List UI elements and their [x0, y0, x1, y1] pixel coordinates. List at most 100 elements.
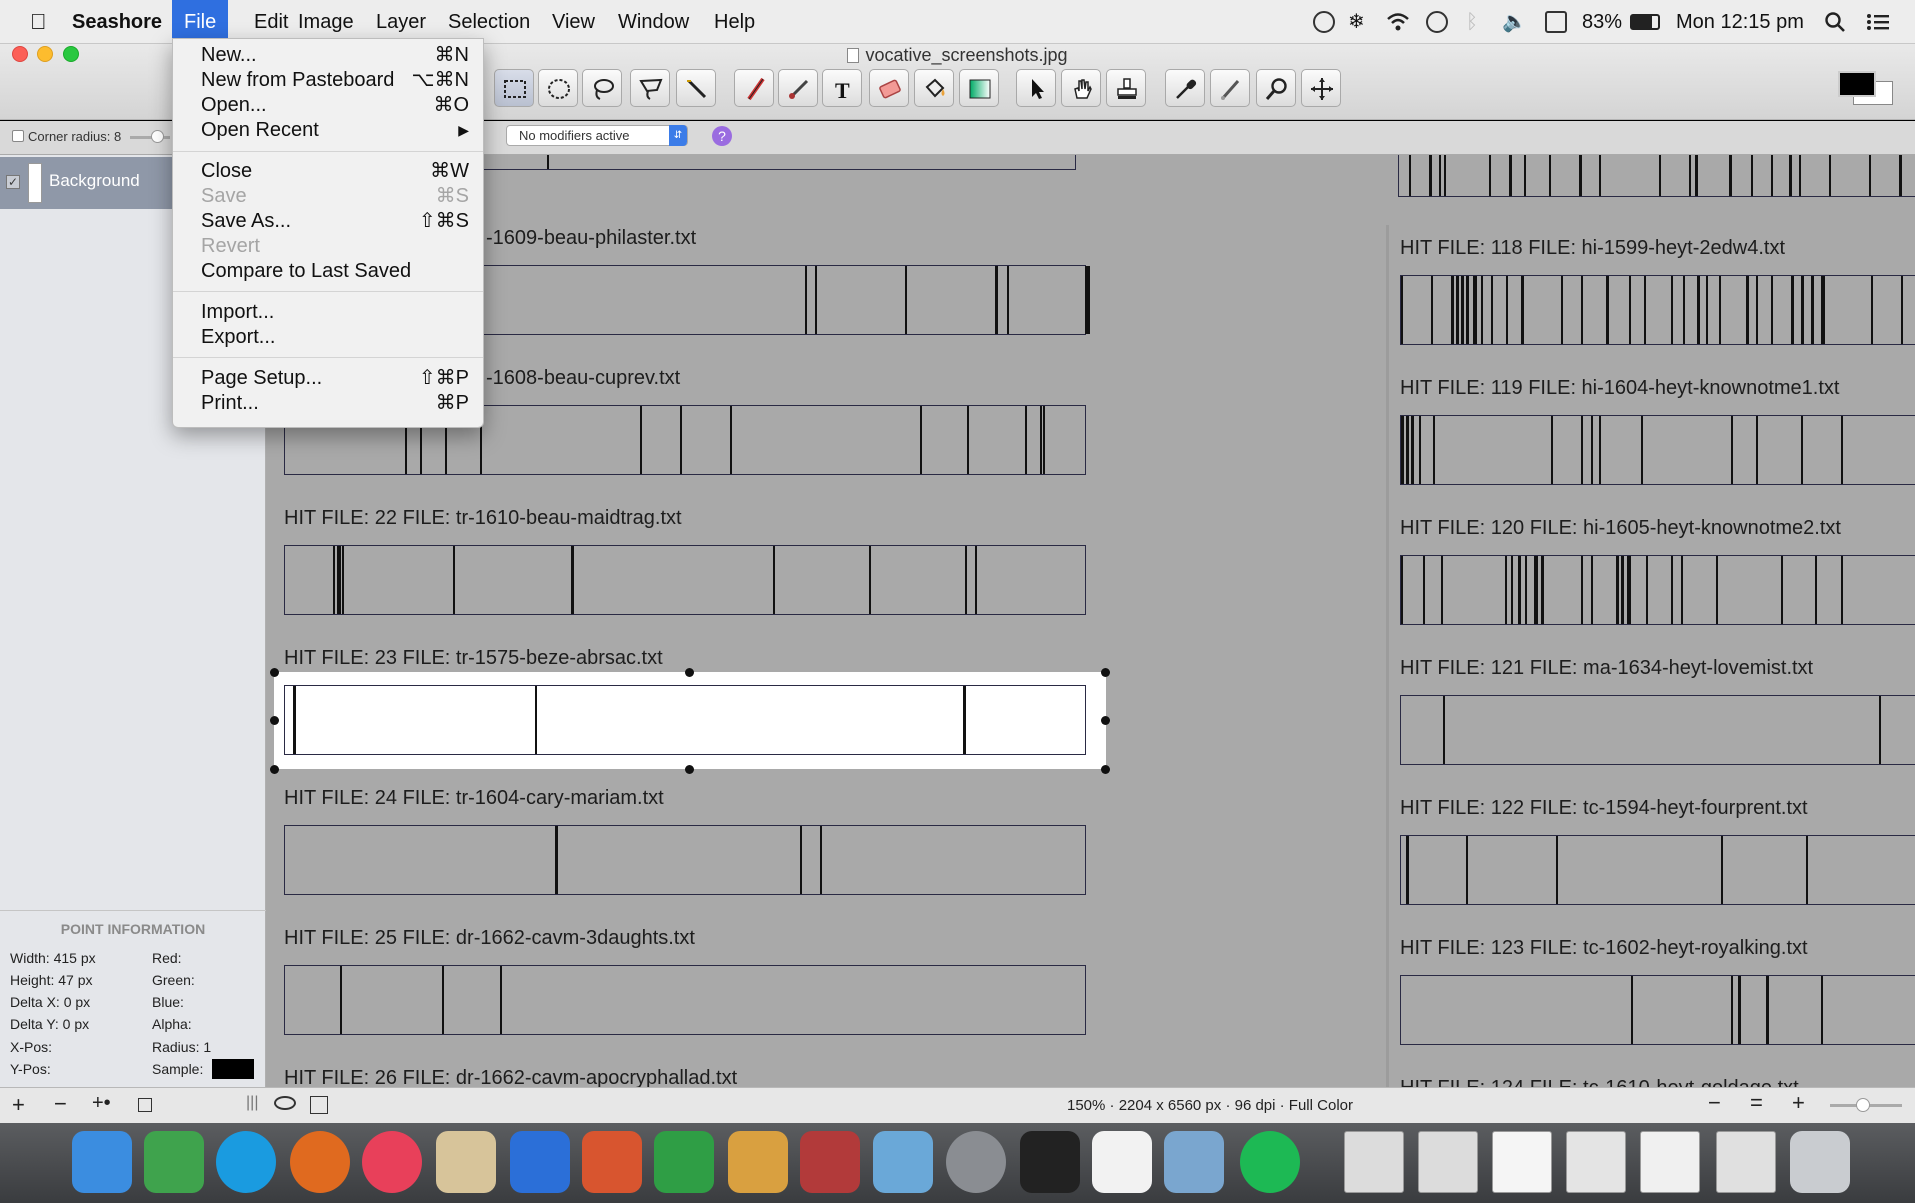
- selection-handle[interactable]: [1101, 716, 1110, 725]
- menu-item-export[interactable]: Export...: [173, 324, 483, 350]
- powerpoint-icon[interactable]: [582, 1131, 642, 1193]
- menu-item-close[interactable]: Close ⌘W: [173, 158, 483, 184]
- fill-bucket-icon[interactable]: [914, 69, 954, 107]
- selection-handle[interactable]: [270, 716, 279, 725]
- corner-radius-checkbox[interactable]: [12, 130, 24, 142]
- zoom-slider-knob[interactable]: [1856, 1098, 1870, 1112]
- point-width: Width: 415 px: [10, 950, 96, 966]
- eraser-icon[interactable]: [869, 69, 909, 107]
- zoom-in-icon[interactable]: +: [1792, 1090, 1805, 1116]
- doc-thumb-icon[interactable]: [1716, 1131, 1776, 1193]
- ellipse-select-icon[interactable]: [538, 69, 578, 107]
- textedit-icon[interactable]: [1092, 1131, 1152, 1193]
- corner-radius-slider[interactable]: [130, 136, 170, 139]
- smudge-icon[interactable]: [1210, 69, 1250, 107]
- menu-item-page-setup[interactable]: Page Setup... ⇧⌘P: [173, 365, 483, 391]
- photo-booth-icon[interactable]: [800, 1131, 860, 1193]
- menu-window[interactable]: Window: [606, 0, 701, 44]
- volume-icon[interactable]: 🔈: [1502, 11, 1527, 33]
- menu-app-name[interactable]: Seashore: [60, 0, 174, 44]
- selection-handle[interactable]: [270, 765, 279, 774]
- clock[interactable]: Mon 12:15 pm: [1676, 0, 1804, 44]
- apple-menu-icon[interactable]: : [18, 0, 59, 44]
- menu-item-open-recent[interactable]: Open Recent ▶: [173, 117, 483, 143]
- menu-view[interactable]: View: [540, 0, 607, 44]
- rect-select-icon[interactable]: [494, 69, 534, 107]
- eyedropper-icon[interactable]: [1165, 69, 1205, 107]
- do-not-disturb-icon[interactable]: [1313, 11, 1335, 33]
- menu-item-compare[interactable]: Compare to Last Saved: [173, 258, 483, 284]
- keyboard-viewer-icon[interactable]: [1545, 11, 1567, 33]
- zoom-icon[interactable]: [1256, 69, 1296, 107]
- excel-icon[interactable]: [654, 1131, 714, 1193]
- spotlight-search-icon[interactable]: [1824, 11, 1846, 33]
- itunes-icon[interactable]: [362, 1131, 422, 1193]
- firefox-icon[interactable]: [290, 1131, 350, 1193]
- menu-item-new-from-pasteboard[interactable]: New from Pasteboard ⌥⌘N: [173, 67, 483, 93]
- text-icon[interactable]: T: [822, 69, 862, 107]
- crosshair-icon[interactable]: [1301, 69, 1341, 107]
- barcode-line: [1534, 556, 1538, 624]
- system-preferences-icon[interactable]: [946, 1131, 1006, 1193]
- barcode-line: [1040, 406, 1042, 474]
- trash-icon[interactable]: [1790, 1131, 1850, 1193]
- skype-icon[interactable]: [216, 1131, 276, 1193]
- bluetooth-icon[interactable]: ᛒ: [1466, 11, 1488, 33]
- menu-item-print[interactable]: Print... ⌘P: [173, 390, 483, 416]
- word-icon[interactable]: [510, 1131, 570, 1193]
- menu-help[interactable]: Help: [702, 0, 767, 44]
- lasso-icon[interactable]: [582, 69, 622, 107]
- wand-icon[interactable]: [676, 69, 716, 107]
- battery-icon[interactable]: [1630, 14, 1660, 30]
- calculator-icon[interactable]: [728, 1131, 788, 1193]
- hand-icon[interactable]: [1061, 69, 1101, 107]
- doc-thumb-icon[interactable]: [1640, 1131, 1700, 1193]
- iphoto-icon[interactable]: [1164, 1131, 1224, 1193]
- menu-item-open[interactable]: Open... ⌘O: [173, 92, 483, 118]
- gradient-icon[interactable]: [959, 69, 999, 107]
- dropbox-icon[interactable]: ❄: [1348, 11, 1370, 33]
- foreground-color-well[interactable]: [1838, 71, 1876, 97]
- barcode-line: [1721, 836, 1723, 904]
- barcode-strip: [1400, 695, 1915, 765]
- polygon-lasso-icon[interactable]: [630, 69, 670, 107]
- layer-visible-checkbox[interactable]: ✓: [6, 175, 20, 189]
- menu-item-new[interactable]: New... ⌘N: [173, 42, 483, 68]
- doc-thumb-icon[interactable]: [1418, 1131, 1478, 1193]
- wifi-icon[interactable]: [1386, 11, 1409, 33]
- selection-handle[interactable]: [685, 668, 694, 677]
- menu-item-save-as[interactable]: Save As... ⇧⌘S: [173, 208, 483, 234]
- doc-thumb-icon[interactable]: [1492, 1131, 1552, 1193]
- layer-row[interactable]: ✓ Background: [0, 157, 172, 209]
- adium-icon[interactable]: [144, 1131, 204, 1193]
- stamp-icon[interactable]: [1106, 69, 1146, 107]
- zoom-actual-icon[interactable]: =: [1750, 1090, 1763, 1116]
- selection-handle[interactable]: [270, 668, 279, 677]
- modifier-select-value: No modifiers active: [519, 128, 630, 143]
- selection-handle[interactable]: [1101, 668, 1110, 677]
- fish-icon[interactable]: [873, 1131, 933, 1193]
- terminal-icon[interactable]: [1020, 1131, 1080, 1193]
- zoom-out-icon[interactable]: −: [1708, 1090, 1721, 1116]
- brush-icon[interactable]: [778, 69, 818, 107]
- help-button[interactable]: ?: [712, 126, 732, 146]
- time-machine-icon[interactable]: [1426, 11, 1448, 33]
- move-pointer-icon[interactable]: [1016, 69, 1056, 107]
- notification-center-icon[interactable]: [1866, 11, 1889, 33]
- corner-radius-slider-knob[interactable]: [151, 130, 164, 143]
- spotify-icon[interactable]: [1240, 1131, 1300, 1193]
- barcode-line: [1443, 696, 1445, 764]
- finder-icon[interactable]: [72, 1131, 132, 1193]
- modifier-select[interactable]: No modifiers active ⇵: [506, 125, 688, 146]
- image-canvas[interactable]: -1609-beau-philaster.txt -1608-beau-cupr…: [266, 155, 1915, 1087]
- pencil-icon[interactable]: [734, 69, 774, 107]
- selection-handle[interactable]: [685, 765, 694, 774]
- doc-thumb-icon[interactable]: [1344, 1131, 1404, 1193]
- menu-item-import[interactable]: Import...: [173, 299, 483, 325]
- barcode-line: [1771, 276, 1773, 344]
- barcode-line: [1901, 276, 1903, 344]
- preview-icon[interactable]: [436, 1131, 496, 1193]
- doc-thumb-icon[interactable]: [1566, 1131, 1626, 1193]
- layer-name[interactable]: Background: [49, 171, 140, 191]
- selection-handle[interactable]: [1101, 765, 1110, 774]
